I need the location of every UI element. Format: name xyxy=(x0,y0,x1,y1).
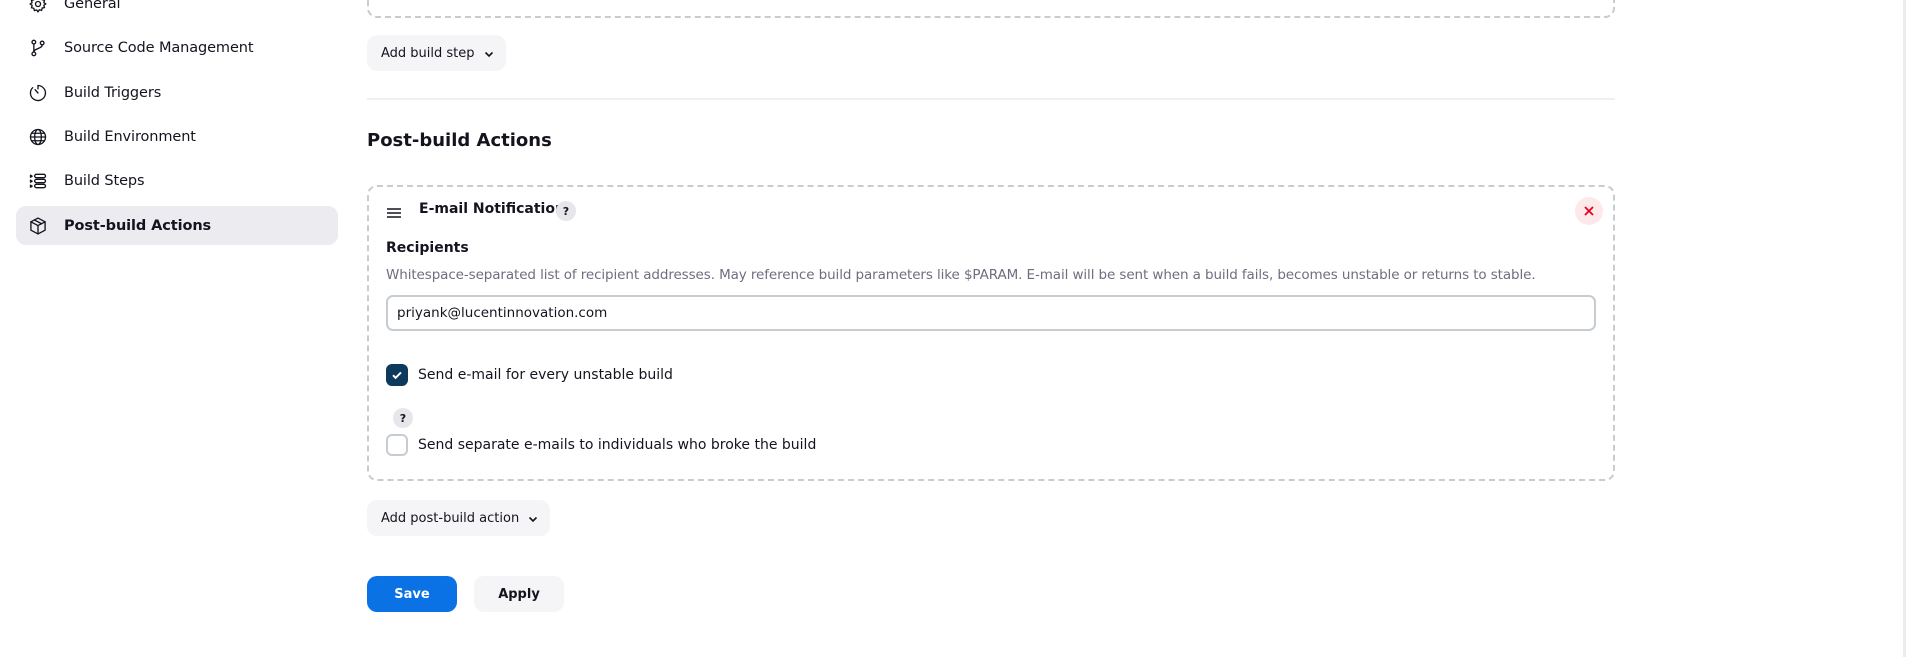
timer-icon xyxy=(27,82,49,104)
build-step-card xyxy=(367,0,1615,18)
unstable-build-label: Send e-mail for every unstable build xyxy=(418,367,673,383)
close-icon xyxy=(1584,206,1594,216)
separate-emails-checkbox[interactable] xyxy=(386,434,408,456)
help-icon[interactable]: ? xyxy=(393,408,413,428)
checkmark-icon xyxy=(392,371,402,380)
email-notification-card: E-mail Notification ? Recipients Whitesp… xyxy=(367,185,1615,481)
gear-icon xyxy=(27,0,49,15)
drag-handle-icon[interactable] xyxy=(386,205,404,221)
package-icon xyxy=(27,215,49,237)
remove-button[interactable] xyxy=(1575,197,1603,225)
add-post-build-action-button[interactable]: Add post-build action xyxy=(367,500,551,536)
card-title: E-mail Notification xyxy=(419,201,565,217)
sidebar-item-build-triggers[interactable]: Build Triggers xyxy=(16,73,338,112)
sidebar-item-label: Source Code Management xyxy=(64,39,254,56)
separate-emails-checkbox-row[interactable]: Send separate e-mails to individuals who… xyxy=(386,434,816,456)
sidebar-item-label: General xyxy=(64,0,121,12)
sidebar-item-source-code-management[interactable]: Source Code Management xyxy=(16,28,338,67)
sidebar-item-build-steps[interactable]: Build Steps xyxy=(16,161,338,200)
add-build-step-button[interactable]: Add build step xyxy=(367,35,506,71)
sidebar-item-post-build-actions[interactable]: Post-build Actions xyxy=(16,206,338,245)
recipients-label: Recipients xyxy=(386,240,469,256)
apply-button[interactable]: Apply xyxy=(474,576,564,612)
list-icon xyxy=(27,170,49,192)
sidebar-item-label: Build Environment xyxy=(64,128,196,145)
unstable-build-checkbox[interactable] xyxy=(386,364,408,386)
section-divider xyxy=(367,98,1615,100)
sidebar-item-label: Build Triggers xyxy=(64,84,162,101)
sidebar-item-label: Build Steps xyxy=(64,172,145,189)
chevron-down-icon xyxy=(484,48,494,58)
sidebar-item-general[interactable]: General xyxy=(16,0,338,23)
add-post-build-action-label: Add post-build action xyxy=(381,510,520,526)
unstable-build-checkbox-row[interactable]: Send e-mail for every unstable build xyxy=(386,364,673,386)
add-build-step-label: Add build step xyxy=(381,45,475,61)
sidebar-item-build-environment[interactable]: Build Environment xyxy=(16,117,338,156)
section-title: Post-build Actions xyxy=(367,130,552,151)
sidebar-item-label: Post-build Actions xyxy=(64,217,212,234)
chevron-down-icon xyxy=(528,513,538,523)
globe-icon xyxy=(27,126,49,148)
help-icon[interactable]: ? xyxy=(556,201,576,221)
recipients-input[interactable] xyxy=(386,295,1596,331)
branch-icon xyxy=(27,37,49,59)
separate-emails-label: Send separate e-mails to individuals who… xyxy=(418,437,817,453)
save-button[interactable]: Save xyxy=(367,576,457,612)
recipients-description: Whitespace-separated list of recipient a… xyxy=(386,267,1536,283)
